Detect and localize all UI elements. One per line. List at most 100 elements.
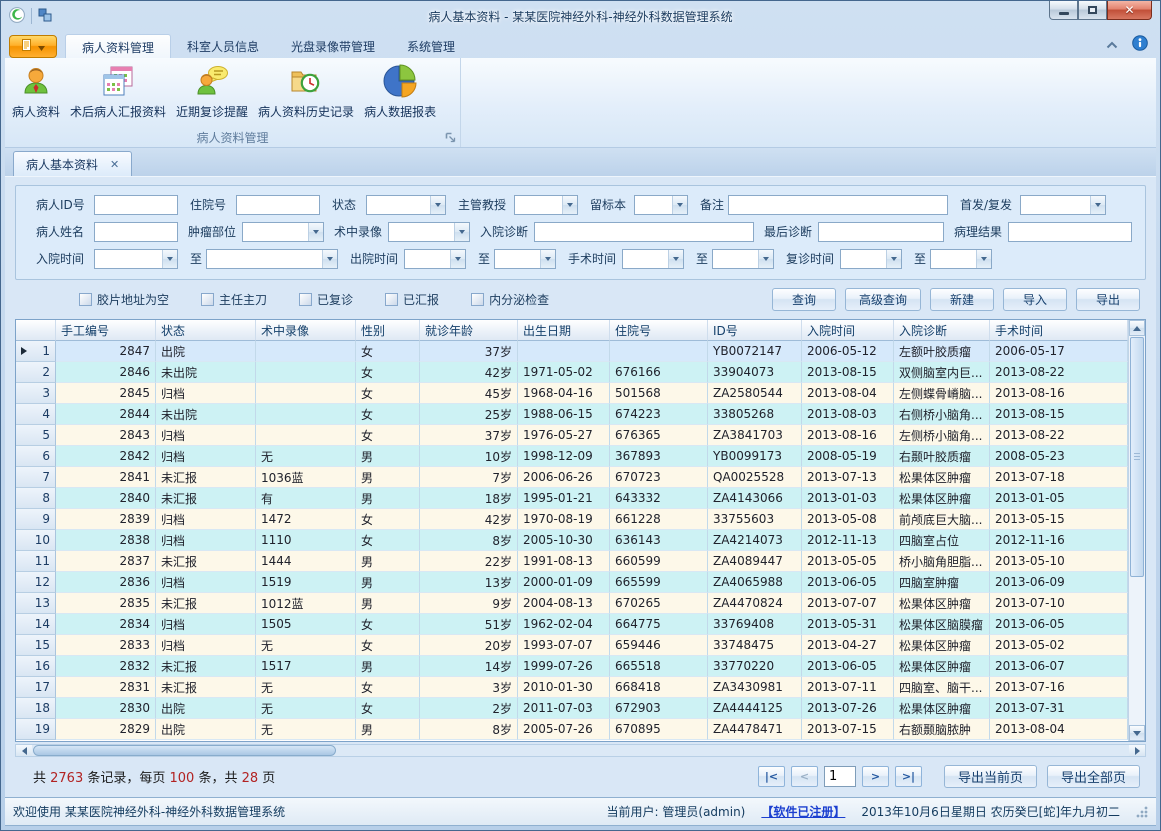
admission-date-to-select-dropdown[interactable] [322,250,337,268]
export-button[interactable]: 导出 [1076,288,1140,311]
software-registered-link[interactable]: 【软件已注册】 [761,803,845,820]
doc-tab-close-icon[interactable]: ✕ [110,158,119,171]
patient-report-button[interactable]: 病人数据报表 [359,62,441,122]
table-row-1[interactable]: 12847出院女37岁YB00721472006-05-12左额叶胶质瘤2006… [16,341,1128,362]
scroll-left-button[interactable] [16,745,32,756]
admission-date-from-select-dropdown[interactable] [162,250,177,268]
surgery-video-select-dropdown[interactable] [454,223,469,241]
minimize-button[interactable] [1049,1,1078,20]
first-page-button[interactable]: |< [758,766,785,787]
discharge-date-to-select[interactable] [494,249,556,269]
discharge-date-to-select-dropdown[interactable] [540,250,555,268]
discharge-date-from-select-dropdown[interactable] [450,250,465,268]
header-admission-no[interactable]: 住院号 [610,320,708,341]
revisit-date-from-select-dropdown[interactable] [886,250,901,268]
query-button[interactable]: 查询 [772,288,836,311]
next-page-button[interactable]: > [862,766,889,787]
header-admission-diagnosis[interactable]: 入院诊断 [894,320,990,341]
table-row-9[interactable]: 92839归档1472女42岁1970-08-19661228337556032… [16,509,1128,530]
advanced-query-button[interactable]: 高级查询 [845,288,921,311]
film-address-empty-checkbox[interactable]: 胶片地址为空 [79,291,169,308]
horizontal-scroll-track[interactable] [337,745,1129,756]
header-admission-date[interactable]: 入院时间 [802,320,894,341]
ribbon-tab-disc-video-management[interactable]: 光盘录像带管理 [275,34,391,58]
status-select[interactable] [366,195,446,215]
table-row-19[interactable]: 192829出院无男8岁2005-07-26670895ZA4478471201… [16,719,1128,740]
admission-date-from-select[interactable] [94,249,178,269]
table-row-10[interactable]: 102838归档1110女8岁2005-10-30636143ZA4214073… [16,530,1128,551]
close-button[interactable]: ✕ [1107,1,1152,20]
patient-id-input[interactable] [94,195,178,215]
vertical-scroll-thumb[interactable] [1130,337,1144,577]
postop-report-button[interactable]: 术后病人汇报资料 [65,62,171,122]
table-row-12[interactable]: 122836归档1519男13岁2000-01-09665599ZA406598… [16,572,1128,593]
horizontal-scrollbar[interactable] [15,744,1146,757]
table-row-15[interactable]: 152833归档无女20岁1993-07-0765944633748475201… [16,635,1128,656]
vertical-scroll-track[interactable] [1129,578,1145,725]
surgery-date-to-select-dropdown[interactable] [758,250,773,268]
revisited-checkbox[interactable]: 已复诊 [299,291,353,308]
table-row-14[interactable]: 142834归档1505女51岁1962-02-0466477533769408… [16,614,1128,635]
horizontal-scroll-thumb[interactable] [33,745,336,756]
header-birth-date[interactable]: 出生日期 [518,320,610,341]
endocrine-exam-checkbox[interactable]: 内分泌检查 [471,291,549,308]
final-diagnosis-input[interactable] [818,222,944,242]
revisit-date-from-select[interactable] [840,249,902,269]
table-row-2[interactable]: 22846未出院女42岁1971-05-02676166339040732013… [16,362,1128,383]
tumor-site-select-dropdown[interactable] [308,223,323,241]
admission-no-input[interactable] [236,195,320,215]
first-or-recurrence-select[interactable] [1020,195,1106,215]
table-row-6[interactable]: 62842归档无男10岁1998-12-09367893YB0099173200… [16,446,1128,467]
revisit-reminder-button[interactable]: 近期复诊提醒 [171,62,253,122]
ribbon-tab-system-management[interactable]: 系统管理 [391,34,471,58]
revisit-date-to-select[interactable] [930,249,992,269]
surgery-date-from-select[interactable] [622,249,684,269]
patient-info-button[interactable]: 病人资料 [7,62,65,122]
admission-diagnosis-input[interactable] [534,222,754,242]
info-icon[interactable] [1132,35,1148,54]
tumor-site-select[interactable] [242,222,324,242]
professor-select[interactable] [514,195,578,215]
pathology-result-input[interactable] [1008,222,1132,242]
maximize-button[interactable] [1078,1,1107,20]
table-row-5[interactable]: 52843归档女37岁1976-05-27676365ZA38417032013… [16,425,1128,446]
scroll-down-button[interactable] [1129,725,1145,741]
import-button[interactable]: 导入 [1003,288,1067,311]
table-row-18[interactable]: 182830出院无女2岁2011-07-03672903ZA4444125201… [16,698,1128,719]
patient-history-button[interactable]: 病人资料历史记录 [253,62,359,122]
export-all-pages-button[interactable]: 导出全部页 [1047,765,1140,788]
specimen-select-dropdown[interactable] [672,196,687,214]
status-select-dropdown[interactable] [430,196,445,214]
table-row-11[interactable]: 112837未汇报1444男22岁1991-08-13660599ZA40894… [16,551,1128,572]
admission-date-to-select[interactable] [206,249,338,269]
ribbon-tab-department-staff[interactable]: 科室人员信息 [171,34,275,58]
header-manual-no[interactable]: 手工编号 [56,320,156,341]
revisit-date-to-select-dropdown[interactable] [976,250,991,268]
remarks-input[interactable] [728,195,948,215]
header-surgery-date[interactable]: 手术时间 [990,320,1128,341]
vertical-scrollbar[interactable] [1128,320,1145,741]
table-row-7[interactable]: 72841未汇报1036蓝男7岁2006-06-26670723QA002552… [16,467,1128,488]
specimen-select[interactable] [634,195,688,215]
header-status[interactable]: 状态 [156,320,256,341]
collapse-ribbon-icon[interactable] [1106,38,1118,52]
surgery-date-to-select[interactable] [712,249,774,269]
scroll-right-button[interactable] [1129,745,1145,756]
table-row-4[interactable]: 42844未出院女25岁1988-06-15674223338052682013… [16,404,1128,425]
table-row-13[interactable]: 132835未汇报1012蓝男9岁2004-08-13670265ZA44708… [16,593,1128,614]
resize-grip-icon[interactable] [1136,806,1148,818]
table-row-8[interactable]: 82840未汇报有男18岁1995-01-21643332ZA414306620… [16,488,1128,509]
table-row-17[interactable]: 172831未汇报无女3岁2010-01-30668418ZA343098120… [16,677,1128,698]
dialog-launcher-icon[interactable] [444,132,456,144]
new-button[interactable]: 新建 [930,288,994,311]
header-surgery-video[interactable]: 术中录像 [256,320,356,341]
header-id-no[interactable]: ID号 [708,320,802,341]
doc-tab-patient-basic-info[interactable]: 病人基本资料 ✕ [13,151,132,176]
header-age[interactable]: 就诊年龄 [420,320,518,341]
discharge-date-from-select[interactable] [404,249,466,269]
prev-page-button[interactable]: < [791,766,818,787]
patient-name-input[interactable] [94,222,178,242]
reported-checkbox[interactable]: 已汇报 [385,291,439,308]
chief-surgeon-checkbox[interactable]: 主任主刀 [201,291,267,308]
surgery-video-select[interactable] [388,222,470,242]
